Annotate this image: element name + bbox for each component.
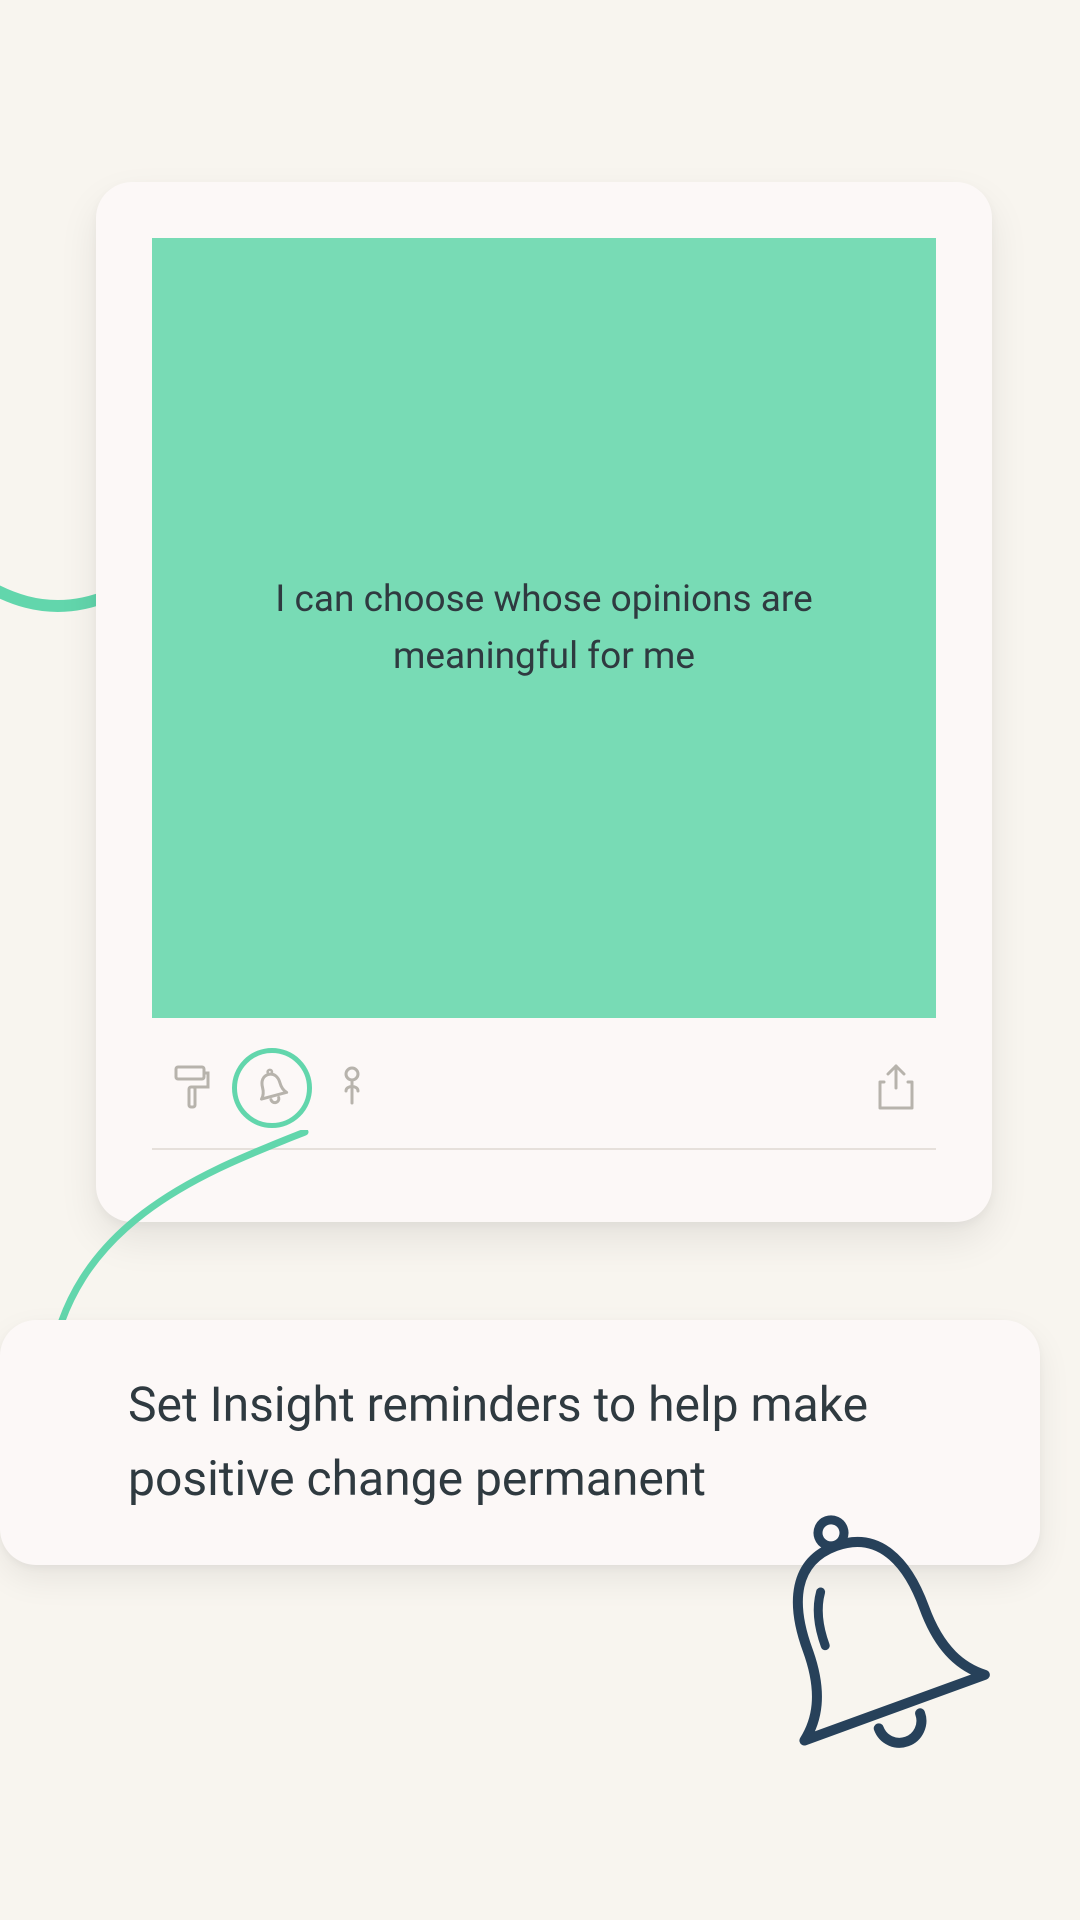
pin-button[interactable] — [312, 1048, 392, 1128]
callout: Set Insight reminders to help make posit… — [0, 1320, 1040, 1565]
insight-panel: I can choose whose opinions are meaningf… — [152, 238, 936, 1018]
pin-icon — [337, 1065, 367, 1111]
callout-text: Set Insight reminders to help make posit… — [128, 1368, 980, 1517]
action-row — [152, 1028, 936, 1148]
divider — [152, 1148, 936, 1150]
reminder-button[interactable] — [232, 1048, 312, 1128]
paint-roller-icon — [172, 1065, 212, 1111]
share-button[interactable] — [856, 1048, 936, 1128]
insight-text: I can choose whose opinions are meaningf… — [222, 571, 866, 686]
share-icon — [874, 1062, 918, 1114]
insight-card: I can choose whose opinions are meaningf… — [96, 182, 992, 1222]
customize-button[interactable] — [152, 1048, 232, 1128]
bell-icon — [252, 1068, 292, 1108]
